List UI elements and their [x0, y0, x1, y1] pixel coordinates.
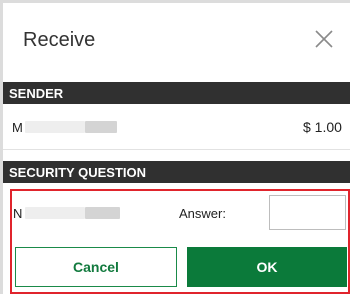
- redacted-sender-name: [25, 121, 85, 133]
- close-icon[interactable]: [312, 27, 336, 51]
- answer-label: Answer:: [179, 206, 226, 221]
- security-heading: SECURITY QUESTION: [9, 165, 147, 180]
- dialog-header: Receive: [3, 3, 350, 73]
- divider: [3, 149, 350, 150]
- security-section-header: SECURITY QUESTION: [3, 161, 350, 183]
- sender-heading: SENDER: [9, 86, 64, 101]
- cancel-button[interactable]: Cancel: [15, 247, 177, 287]
- security-question-initial: N: [13, 206, 23, 221]
- sender-amount: $ 1.00: [303, 119, 342, 135]
- sender-section-header: SENDER: [3, 82, 350, 104]
- dialog-title: Receive: [23, 29, 96, 51]
- sender-name-initial: M: [12, 120, 23, 135]
- answer-input[interactable]: [269, 195, 346, 230]
- redacted-security-question: [25, 207, 85, 219]
- receive-dialog: Receive SENDER M $ 1.00 SECURITY QUESTIO…: [3, 3, 350, 294]
- redacted-security-question-part: [85, 207, 120, 219]
- redacted-sender-name-part: [85, 121, 117, 133]
- ok-button[interactable]: OK: [187, 247, 347, 287]
